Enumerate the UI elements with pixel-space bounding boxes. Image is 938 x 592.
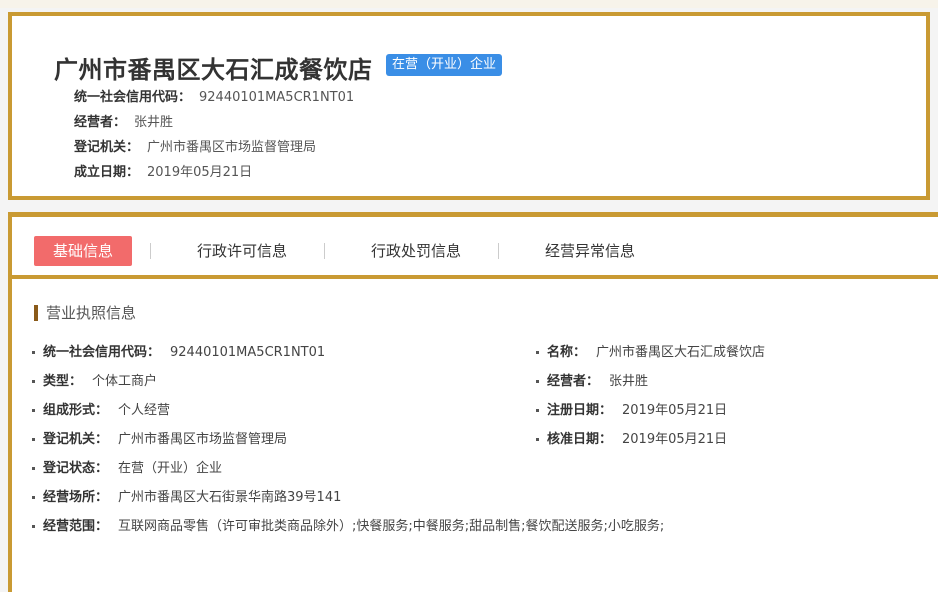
field-label: 经营场所： xyxy=(43,490,109,505)
header-value: 2019年05月21日 xyxy=(147,165,253,180)
field-label: 名称： xyxy=(547,345,587,360)
tab-divider xyxy=(324,243,325,259)
top-strip xyxy=(0,0,938,8)
field-label: 经营者： xyxy=(547,374,600,389)
header-label: 经营者： xyxy=(74,115,127,130)
field-credit-code: 统一社会信用代码： 92440101MA5CR1NT01 xyxy=(32,341,325,360)
field-value: 2019年05月21日 xyxy=(622,403,728,418)
field-operator: 经营者： 张井胜 xyxy=(536,370,648,389)
header-label: 统一社会信用代码： xyxy=(74,90,192,105)
field-label: 登记状态： xyxy=(43,461,109,476)
bullet-dot xyxy=(536,409,539,412)
field-value: 广州市番禺区市场监督管理局 xyxy=(118,432,288,447)
header-row-established-date: 成立日期： 2019年05月21日 xyxy=(74,161,252,180)
section-title-license-info: 营业执照信息 xyxy=(34,305,136,321)
field-label: 登记机关： xyxy=(43,432,109,447)
bullet-dot xyxy=(536,438,539,441)
field-registration-date: 注册日期： 2019年05月21日 xyxy=(536,399,727,418)
field-value: 92440101MA5CR1NT01 xyxy=(170,345,326,360)
bullet-dot xyxy=(32,409,35,412)
field-composition: 组成形式： 个人经营 xyxy=(32,399,170,418)
tab-admin-license[interactable]: 行政许可信息 xyxy=(182,236,302,266)
field-name: 名称： 广州市番禺区大石汇成餐饮店 xyxy=(536,341,765,360)
bullet-dot xyxy=(32,438,35,441)
company-name: 广州市番禺区大石汇成餐饮店 xyxy=(54,56,373,84)
header-row-authority: 登记机关： 广州市番禺区市场监督管理局 xyxy=(74,136,316,155)
field-registration-status: 登记状态： 在营（开业）企业 xyxy=(32,457,222,476)
status-badge: 在营（开业）企业 xyxy=(386,54,503,76)
field-value: 张井胜 xyxy=(609,374,649,389)
field-value: 个体工商户 xyxy=(92,374,158,389)
field-label: 核准日期： xyxy=(547,432,613,447)
field-value: 2019年05月21日 xyxy=(622,432,728,447)
header-value: 92440101MA5CR1NT01 xyxy=(199,90,355,105)
header-row-operator: 经营者： 张井胜 xyxy=(74,111,173,130)
bullet-dot xyxy=(32,525,35,528)
field-value: 互联网商品零售（许可审批类商品除外）;快餐服务;中餐服务;甜品制售;餐饮配送服务… xyxy=(118,519,665,534)
field-label: 注册日期： xyxy=(547,403,613,418)
field-business-scope: 经营范围： 互联网商品零售（许可审批类商品除外）;快餐服务;中餐服务;甜品制售;餐… xyxy=(32,515,664,534)
header-value: 广州市番禺区市场监督管理局 xyxy=(147,140,317,155)
tab-basic-info[interactable]: 基础信息 xyxy=(34,236,132,266)
field-label: 经营范围： xyxy=(43,519,109,534)
bullet-dot xyxy=(32,380,35,383)
field-label: 统一社会信用代码： xyxy=(43,345,161,360)
field-value: 广州市番禺区大石汇成餐饮店 xyxy=(596,345,766,360)
bullet-dot xyxy=(32,351,35,354)
field-value: 个人经营 xyxy=(118,403,171,418)
tab-divider xyxy=(150,243,151,259)
bullet-dot xyxy=(32,467,35,470)
bullet-dot xyxy=(32,496,35,499)
field-value: 广州市番禺区大石街景华南路39号141 xyxy=(118,490,342,505)
header-row-credit-code: 统一社会信用代码： 92440101MA5CR1NT01 xyxy=(74,86,354,105)
tab-bar: 基础信息 行政许可信息 行政处罚信息 经营异常信息 xyxy=(12,217,938,279)
bullet-dot xyxy=(536,351,539,354)
bullet-dot xyxy=(536,380,539,383)
field-label: 类型： xyxy=(43,374,83,389)
field-label: 组成形式： xyxy=(43,403,109,418)
tab-divider xyxy=(498,243,499,259)
field-approval-date: 核准日期： 2019年05月21日 xyxy=(536,428,727,447)
company-header-card: 广州市番禺区大石汇成餐饮店 在营（开业）企业 统一社会信用代码： 92440101… xyxy=(8,12,930,200)
tab-business-abnormal[interactable]: 经营异常信息 xyxy=(530,236,650,266)
header-value: 张井胜 xyxy=(134,115,174,130)
field-business-address: 经营场所： 广州市番禺区大石街景华南路39号141 xyxy=(32,486,341,505)
main-panel: 基础信息 行政许可信息 行政处罚信息 经营异常信息 营业执照信息 统一社会信用代… xyxy=(8,212,938,592)
header-label: 成立日期： xyxy=(74,165,140,180)
tab-admin-penalty[interactable]: 行政处罚信息 xyxy=(356,236,476,266)
field-registration-authority: 登记机关： 广州市番禺区市场监督管理局 xyxy=(32,428,287,447)
field-value: 在营（开业）企业 xyxy=(118,461,223,476)
field-type: 类型： 个体工商户 xyxy=(32,370,157,389)
header-label: 登记机关： xyxy=(74,140,140,155)
